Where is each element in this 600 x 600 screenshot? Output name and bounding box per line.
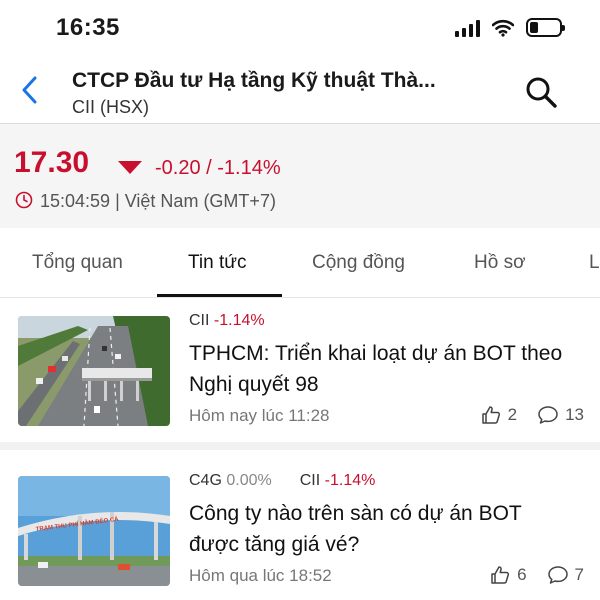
page-title: CTCP Đầu tư Hạ tầng Kỹ thuật Thà... [72, 69, 436, 92]
news-title[interactable]: TPHCM: Triển khai loạt dự án BOT theo Ng… [189, 338, 569, 400]
tab-bar: Tổng quan Tin tức Cộng đồng Hồ sơ L [0, 228, 600, 298]
news-time: Hôm qua lúc 18:52 [189, 566, 332, 585]
news-item[interactable]: CII -1.14% TPHCM: Triển khai loạt dự án … [0, 298, 600, 450]
last-price: 17.30 [14, 146, 90, 179]
ticker-tag[interactable]: C4G 0.00% [189, 472, 272, 490]
quote-panel: 17.30 -0.20 / -1.14% 15:04:59 | Việt Nam… [0, 124, 600, 228]
active-tab-indicator [157, 294, 282, 297]
price-down-icon [118, 161, 142, 174]
related-tickers: CII -1.14% [189, 312, 265, 330]
like-count: 2 [507, 405, 518, 424]
quote-timestamp: 15:04:59 | Việt Nam (GMT+7) [40, 191, 276, 211]
search-icon [526, 77, 557, 108]
related-tickers: C4G 0.00% CII -1.14% [189, 472, 375, 490]
back-button[interactable] [14, 72, 44, 108]
news-reactions: 2 13 [480, 404, 584, 426]
news-thumbnail: TRẠM THU PHÍ HẦM ĐÈO CẢ [18, 476, 170, 586]
news-reactions: 6 7 [489, 564, 584, 586]
wifi-icon [492, 19, 514, 37]
comment-icon[interactable] [547, 564, 569, 586]
news-time: Hôm nay lúc 11:28 [189, 406, 330, 425]
news-title[interactable]: Công ty nào trên sàn có dự án BOT được t… [189, 498, 569, 560]
like-icon[interactable] [489, 564, 511, 586]
tab-news[interactable]: Tin tức [188, 252, 246, 274]
status-icons [455, 18, 565, 37]
ticker-tag[interactable]: CII -1.14% [189, 312, 265, 330]
ticker-tag[interactable]: CII -1.14% [300, 472, 376, 490]
comment-count: 13 [565, 405, 584, 424]
tab-community[interactable]: Cộng đồng [312, 252, 405, 274]
tab-partial[interactable]: L [589, 252, 600, 274]
status-bar: 16:35 [0, 0, 600, 58]
status-time: 16:35 [56, 14, 120, 41]
comment-count: 7 [574, 565, 584, 584]
tab-profile[interactable]: Hồ sơ [474, 252, 526, 274]
chevron-left-icon [22, 76, 37, 104]
like-icon[interactable] [480, 404, 502, 426]
comment-icon[interactable] [537, 404, 559, 426]
search-button[interactable] [521, 72, 561, 112]
ticker-exchange: CII (HSX) [72, 97, 150, 117]
news-item[interactable]: TRẠM THU PHÍ HẦM ĐÈO CẢ C4G 0.00% CII -1… [0, 458, 600, 600]
price-change: -0.20 / -1.14% [155, 157, 281, 179]
nav-header: CTCP Đầu tư Hạ tầng Kỹ thuật Thà... CII … [0, 58, 600, 124]
clock-icon [15, 191, 33, 209]
news-thumbnail [18, 316, 170, 426]
cellular-signal-icon [455, 19, 480, 37]
tab-overview[interactable]: Tổng quan [32, 252, 123, 274]
battery-icon [526, 18, 565, 37]
like-count: 6 [517, 565, 527, 584]
